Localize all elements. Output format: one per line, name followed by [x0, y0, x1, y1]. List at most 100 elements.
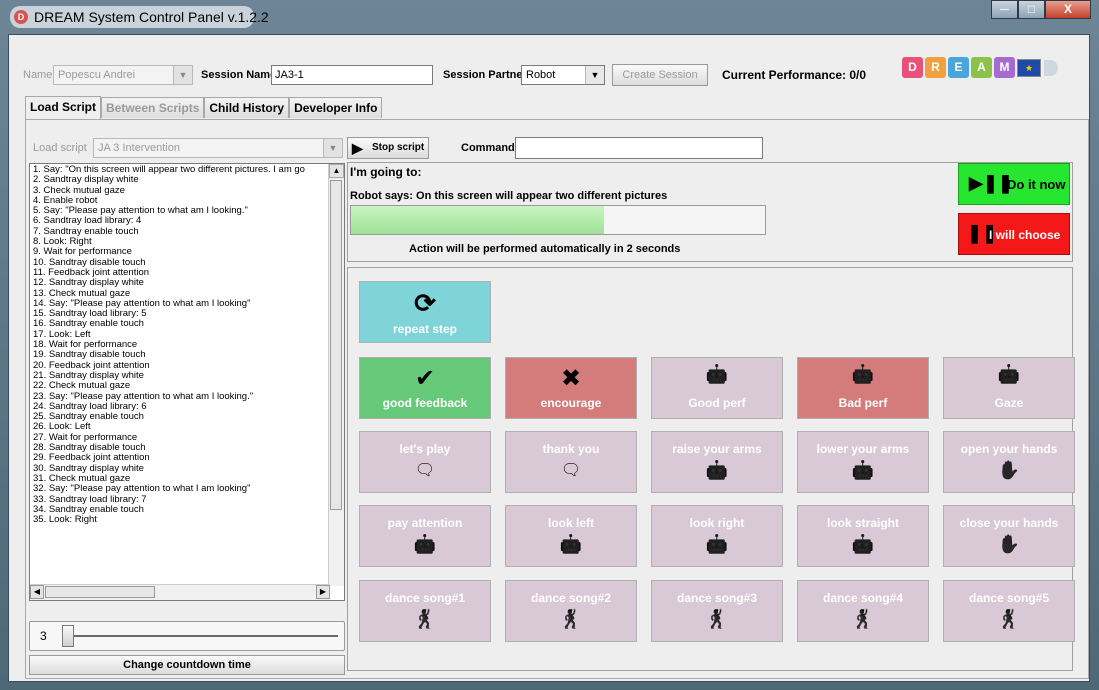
logo-piece: D	[902, 57, 923, 78]
close-button[interactable]: X	[1045, 0, 1091, 19]
action-label: dance song#2	[530, 591, 612, 605]
lower-your-arms-button[interactable]: lower your arms 🤖	[797, 431, 929, 493]
bad-perf-button[interactable]: Bad perf 🤖	[797, 357, 929, 419]
stop-script-button[interactable]: ▶ Stop script	[347, 137, 429, 159]
good-feedback-button[interactable]: good feedback ✔	[359, 357, 491, 419]
look-left-button[interactable]: look left 🤖	[505, 505, 637, 567]
minimize-button[interactable]: ─	[991, 0, 1018, 19]
tab-between-scripts[interactable]: Between Scripts	[101, 97, 205, 118]
stop-script-label: Stop script	[372, 142, 425, 153]
action-label: lower your arms	[816, 442, 910, 456]
action-label: let's play	[399, 442, 451, 456]
scroll-up-icon[interactable]: ▲	[329, 164, 344, 178]
speech-bubble-icon: 🗨	[414, 462, 436, 479]
window-title: DREAM System Control Panel v.1.2.2	[34, 9, 269, 25]
command-input[interactable]	[515, 137, 763, 159]
robot-says-text: Robot says: On this screen will appear t…	[350, 190, 668, 202]
repeat-step-button[interactable]: ⟳ repeat step	[359, 281, 491, 343]
do-it-now-button[interactable]: ▶❚❚ Do it now	[958, 163, 1070, 205]
logo-piece: R	[925, 57, 946, 78]
action-label: raise your arms	[672, 442, 762, 456]
hand-icon: ✋	[997, 534, 1021, 554]
dancer-icon: 🕺	[851, 609, 875, 629]
scroll-left-icon[interactable]: ◀	[30, 585, 44, 599]
i-will-choose-button[interactable]: ❚❚ I will choose	[958, 213, 1070, 255]
robot-icon: 🤖	[851, 460, 875, 480]
dance-song-4-button[interactable]: dance song#4 🕺	[797, 580, 929, 642]
dancer-icon: 🕺	[413, 609, 437, 629]
dance-song-2-button[interactable]: dance song#2 🕺	[505, 580, 637, 642]
thank-you-button[interactable]: thank you 🗨	[505, 431, 637, 493]
client-area: Name Popescu Andrei ▼ Session Name JA3-1…	[8, 34, 1090, 682]
chevron-down-icon: ▼	[323, 139, 342, 157]
session-name-label: Session Name	[201, 69, 277, 81]
script-list-item[interactable]: 35. Look: Right	[33, 514, 325, 525]
action-label: good feedback	[382, 396, 468, 410]
chevron-down-icon: ▼	[585, 66, 604, 84]
load-script-select[interactable]: JA 3 Intervention ▼	[93, 138, 343, 158]
look-straight-button[interactable]: look straight 🤖	[797, 505, 929, 567]
create-session-button[interactable]: Create Session	[612, 64, 708, 86]
scroll-thumb[interactable]	[330, 180, 342, 510]
close-your-hands-button[interactable]: close your hands ✋	[943, 505, 1075, 567]
raise-your-arms-button[interactable]: raise your arms 🤖	[651, 431, 783, 493]
dance-song-5-button[interactable]: dance song#5 🕺	[943, 580, 1075, 642]
app-icon: D	[14, 10, 28, 24]
x-icon: ✖	[560, 365, 582, 392]
action-label: Good perf	[688, 396, 746, 410]
robot-icon: 🤖	[705, 534, 729, 554]
dance-song-1-button[interactable]: dance song#1 🕺	[359, 580, 491, 642]
slider-handle[interactable]	[62, 625, 74, 647]
vertical-scrollbar[interactable]: ▲	[328, 164, 344, 586]
play-icon: ▶	[352, 140, 363, 156]
script-list[interactable]: 1. Say: "On this screen will appear two …	[29, 163, 345, 601]
change-countdown-button[interactable]: Change countdown time	[29, 655, 345, 675]
progress-fill	[351, 206, 604, 234]
action-label: look left	[547, 516, 594, 530]
scroll-thumb[interactable]	[45, 586, 155, 598]
robot-icon: 🤖	[413, 534, 437, 554]
session-partner-label: Session Partner	[443, 69, 527, 81]
load-script-label: Load script	[33, 142, 87, 154]
pay-attention-button[interactable]: pay attention 🤖	[359, 505, 491, 567]
slider-track[interactable]	[66, 635, 338, 637]
i-will-choose-label: I will choose	[989, 228, 1061, 242]
session-name-input[interactable]: JA3-1	[271, 65, 433, 85]
robot-icon: 🤖	[851, 364, 875, 384]
good-perf-button[interactable]: Good perf 🤖	[651, 357, 783, 419]
let-s-play-button[interactable]: let's play 🗨	[359, 431, 491, 493]
logo-piece: M	[994, 57, 1015, 78]
look-right-button[interactable]: look right 🤖	[651, 505, 783, 567]
script-list-item[interactable]: 32. Say: "Please pay attention to what I…	[33, 483, 325, 494]
gaze-button[interactable]: Gaze 🤖	[943, 357, 1075, 419]
do-it-now-label: Do it now	[1007, 177, 1066, 192]
name-select[interactable]: Popescu Andrei ▼	[53, 65, 193, 85]
going-to-heading: I'm going to:	[350, 165, 422, 179]
command-label: Command	[461, 142, 515, 154]
encourage-button[interactable]: encourage ✖	[505, 357, 637, 419]
bird-logo-icon	[1044, 60, 1058, 76]
action-label: pay attention	[387, 516, 463, 530]
open-your-hands-button[interactable]: open your hands ✋	[943, 431, 1075, 493]
repeat-icon: ⟳	[414, 288, 436, 318]
script-items: 1. Say: "On this screen will appear two …	[33, 165, 325, 525]
action-label: close your hands	[959, 516, 1059, 530]
session-partner-select[interactable]: Robot ▼	[521, 65, 605, 85]
tab-developer-info[interactable]: Developer Info	[289, 97, 383, 118]
robot-icon: 🤖	[851, 534, 875, 554]
eu-flag-icon: ★	[1017, 59, 1041, 77]
dance-song-3-button[interactable]: dance song#3 🕺	[651, 580, 783, 642]
session-partner-value: Robot	[526, 69, 556, 81]
tab-load-script[interactable]: Load Script	[25, 96, 102, 119]
action-label: look right	[689, 516, 745, 530]
script-list-item[interactable]: 22. Check mutual gaze	[33, 380, 325, 391]
logo-piece: E	[948, 57, 969, 78]
dancer-icon: 🕺	[997, 609, 1021, 629]
horizontal-scrollbar[interactable]: ◀ ▶	[30, 584, 330, 600]
robot-icon: 🤖	[559, 534, 583, 554]
name-label: Name	[23, 69, 53, 81]
scroll-right-icon[interactable]: ▶	[316, 585, 330, 599]
tab-child-history[interactable]: Child History	[204, 97, 290, 118]
maximize-button[interactable]: □	[1018, 0, 1045, 19]
dream-logo: D R E A M ★	[902, 57, 1058, 78]
